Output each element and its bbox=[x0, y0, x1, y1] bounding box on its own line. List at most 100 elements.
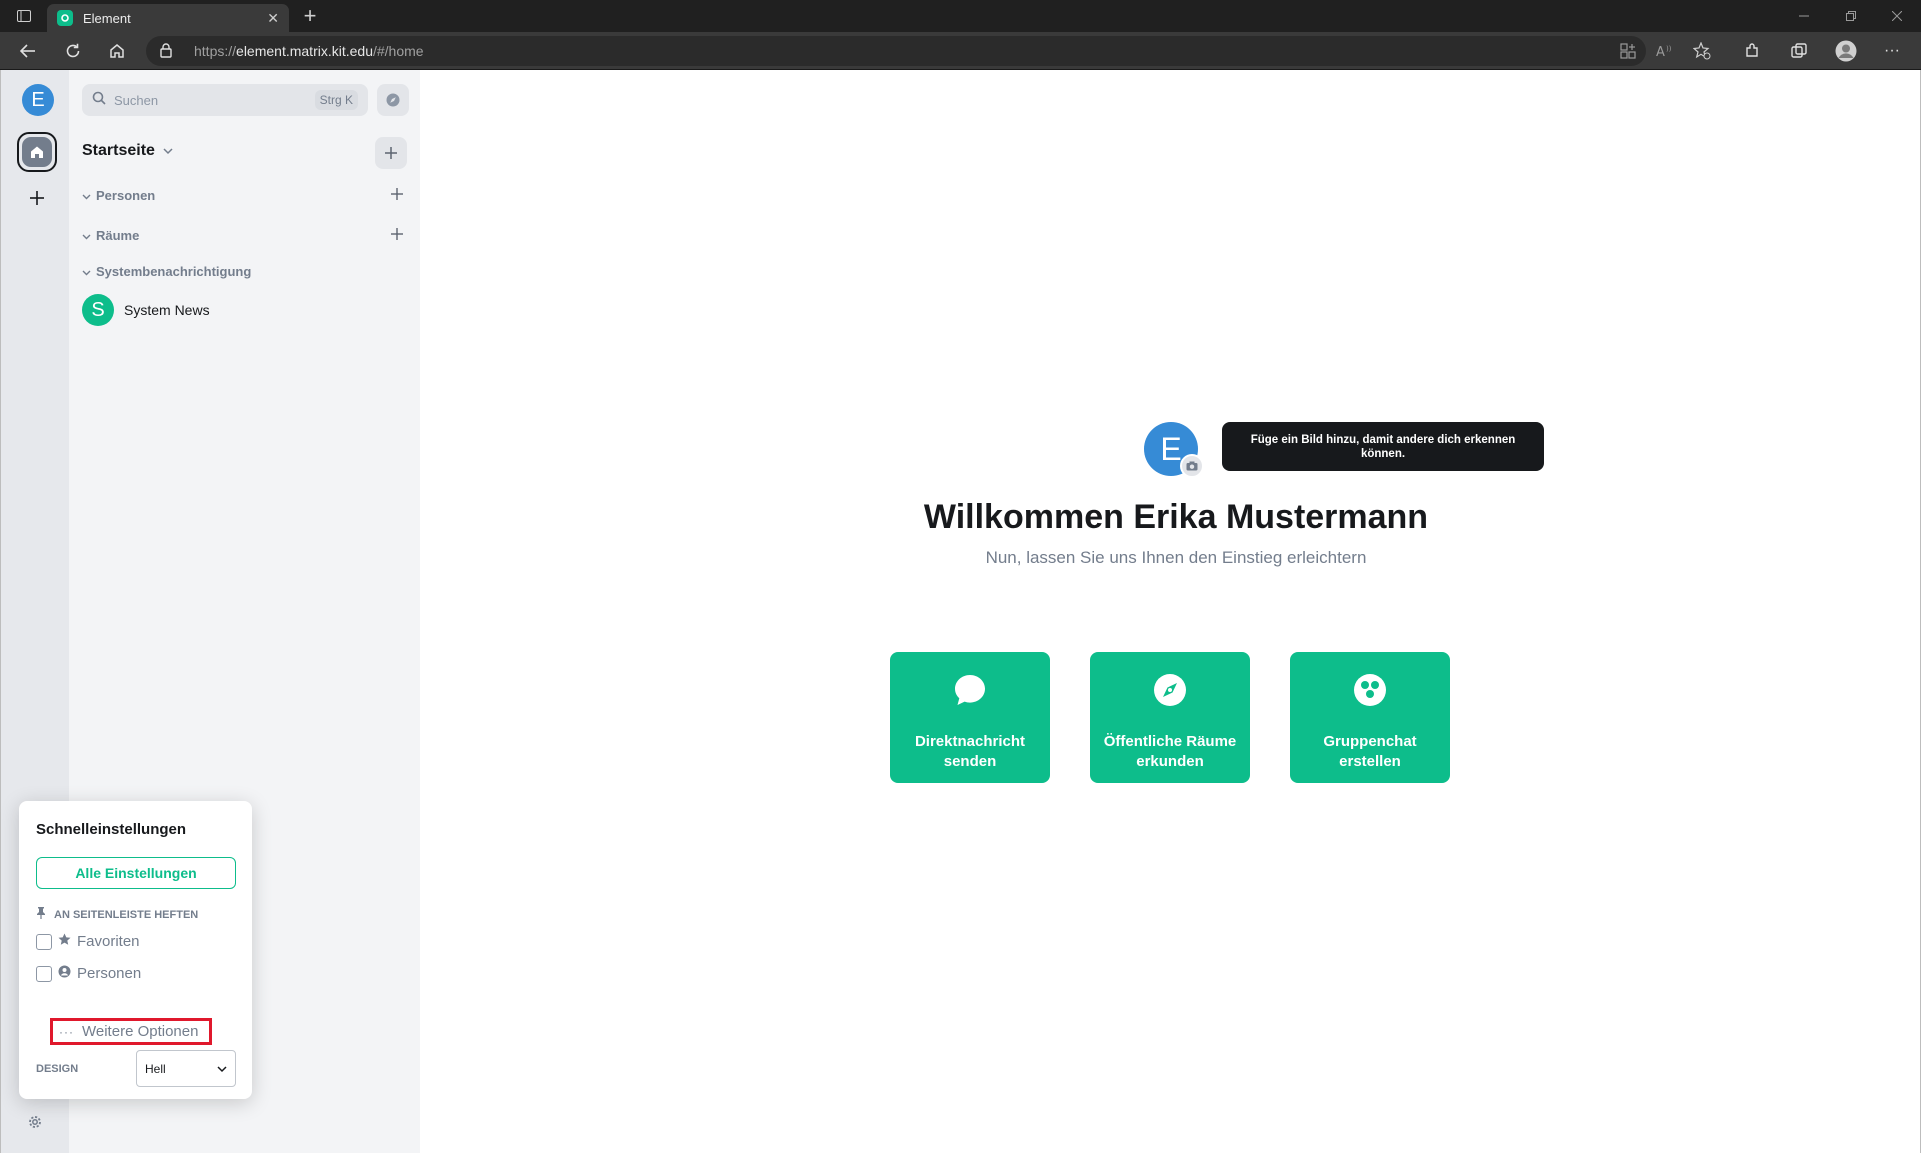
card-label: Öffentliche Räume erkunden bbox=[1090, 732, 1250, 772]
user-avatar[interactable]: E bbox=[22, 84, 54, 116]
home-title: Startseite bbox=[82, 142, 155, 159]
search-icon bbox=[92, 91, 106, 110]
favorites-checkbox[interactable] bbox=[36, 933, 52, 950]
avatar-tooltip: Füge ein Bild hinzu, damit andere dich e… bbox=[1222, 422, 1544, 471]
quick-settings-menu: Schnelleinstellungen Alle Einstellungen … bbox=[19, 801, 252, 1099]
minimize-icon[interactable] bbox=[1790, 0, 1818, 32]
read-aloud-icon[interactable]: A)) bbox=[1653, 39, 1677, 63]
pin-people-option[interactable]: Personen bbox=[36, 965, 141, 982]
card-label: Direktnachricht senden bbox=[890, 732, 1050, 772]
url-prefix: https:// bbox=[194, 43, 237, 59]
chevron-down-icon bbox=[217, 1062, 227, 1076]
explore-public-rooms-button[interactable]: Öffentliche Räume erkunden bbox=[1090, 652, 1250, 783]
restore-icon[interactable] bbox=[1837, 0, 1865, 32]
pin-to-sidebar-heading: AN SEITENLEISTE HEFTEN bbox=[36, 907, 198, 922]
back-icon[interactable] bbox=[16, 39, 40, 63]
more-menu-icon[interactable]: ··· bbox=[1880, 39, 1904, 63]
design-select[interactable]: Hell bbox=[136, 1050, 236, 1087]
chat-bubble-icon bbox=[952, 672, 988, 708]
url-text: https://element.matrix.kit.edu/#/home bbox=[194, 43, 424, 59]
chevron-down-icon bbox=[82, 188, 91, 203]
home-space-button[interactable] bbox=[17, 132, 57, 172]
compass-icon bbox=[386, 93, 400, 107]
extensions-icon[interactable] bbox=[1740, 39, 1764, 63]
address-bar[interactable]: https://element.matrix.kit.edu/#/home bbox=[146, 36, 1646, 66]
collections-icon[interactable] bbox=[1787, 39, 1811, 63]
person-icon bbox=[58, 965, 71, 982]
more-options-label: Weitere Optionen bbox=[82, 1023, 199, 1040]
create-space-button[interactable] bbox=[25, 186, 49, 210]
quick-settings-title: Schnelleinstellungen bbox=[36, 821, 187, 838]
section-notifications-label: Systembenachrichtigung bbox=[96, 264, 252, 279]
explore-rooms-button[interactable] bbox=[377, 84, 409, 116]
room-avatar: S bbox=[82, 294, 114, 326]
url-path: /#/home bbox=[372, 43, 424, 59]
lock-icon[interactable] bbox=[160, 43, 172, 63]
browser-toolbar: https://element.matrix.kit.edu/#/home A)… bbox=[0, 32, 1921, 70]
element-logo-icon bbox=[57, 10, 73, 26]
page-subtitle: Nun, lassen Sie uns Ihnen den Einstieg e… bbox=[420, 548, 1920, 568]
create-group-chat-button[interactable]: Gruppenchat erstellen bbox=[1290, 652, 1450, 783]
section-people-label: Personen bbox=[96, 188, 156, 203]
favorites-label: Favoriten bbox=[77, 933, 140, 950]
svg-text:)): )) bbox=[1666, 45, 1672, 53]
welcome-title: Willkommen Erika Mustermann bbox=[923, 498, 1429, 536]
card-label-line2: senden bbox=[943, 753, 997, 770]
new-tab-button[interactable]: + bbox=[296, 3, 324, 28]
favorites-add-icon[interactable] bbox=[1690, 39, 1714, 63]
home-page: E Füge ein Bild hinzu, damit andere dich… bbox=[420, 70, 1920, 1153]
card-label: Gruppenchat erstellen bbox=[1290, 732, 1450, 772]
chevron-down-icon bbox=[82, 264, 91, 279]
pin-favorites-option[interactable]: Favoriten bbox=[36, 933, 140, 950]
svg-text:A: A bbox=[1656, 45, 1665, 58]
search-input[interactable]: Suchen Strg K bbox=[82, 84, 368, 116]
chevron-down-icon bbox=[163, 142, 173, 160]
section-rooms[interactable]: Räume bbox=[82, 228, 139, 243]
more-options-icon: ··· bbox=[59, 1024, 74, 1039]
app-available-icon[interactable] bbox=[1616, 39, 1640, 63]
compass-icon bbox=[1152, 672, 1188, 708]
profile-icon[interactable] bbox=[1834, 39, 1858, 63]
people-checkbox[interactable] bbox=[36, 965, 52, 982]
pin-icon bbox=[36, 907, 46, 922]
card-label-line1: Gruppenchat bbox=[1323, 733, 1417, 750]
chevron-down-icon bbox=[82, 228, 91, 243]
add-room-icon[interactable] bbox=[391, 224, 403, 245]
card-label-line2: erstellen bbox=[1339, 753, 1401, 770]
add-room-button[interactable] bbox=[375, 137, 407, 169]
send-dm-button[interactable]: Direktnachricht senden bbox=[890, 652, 1050, 783]
group-icon bbox=[1352, 672, 1388, 708]
tab-title: Element bbox=[83, 10, 131, 26]
camera-icon[interactable] bbox=[1180, 454, 1204, 478]
section-notifications[interactable]: Systembenachrichtigung bbox=[82, 264, 251, 279]
add-person-icon[interactable] bbox=[391, 184, 403, 205]
window-close-icon[interactable] bbox=[1883, 0, 1911, 32]
design-value: Hell bbox=[145, 1061, 166, 1076]
home-header[interactable]: Startseite bbox=[82, 142, 173, 160]
section-rooms-label: Räume bbox=[96, 228, 140, 243]
tab-actions-icon[interactable] bbox=[12, 0, 36, 32]
url-host: element.matrix.kit.edu bbox=[236, 43, 373, 59]
card-label-line1: Öffentliche Räume bbox=[1103, 733, 1237, 750]
search-placeholder: Suchen bbox=[114, 92, 159, 108]
browser-tab-bar: Element ✕ + bbox=[0, 0, 1921, 32]
tab-close-icon[interactable]: ✕ bbox=[267, 10, 279, 27]
page-title: Willkommen Erika Mustermann bbox=[420, 498, 1920, 537]
list-item[interactable]: S System News bbox=[82, 294, 210, 326]
reload-icon[interactable] bbox=[61, 39, 85, 63]
section-people[interactable]: Personen bbox=[82, 188, 155, 203]
quick-settings-gear-icon[interactable] bbox=[27, 1114, 45, 1132]
browser-tab-element[interactable]: Element ✕ bbox=[47, 4, 289, 32]
people-label: Personen bbox=[77, 965, 142, 982]
design-label: DESIGN bbox=[36, 1063, 79, 1075]
room-name: System News bbox=[124, 302, 210, 318]
search-shortcut: Strg K bbox=[314, 90, 358, 110]
card-label-line1: Direktnachricht bbox=[914, 733, 1026, 750]
all-settings-button[interactable]: Alle Einstellungen bbox=[36, 857, 236, 889]
welcome-subtitle: Nun, lassen Sie uns Ihnen den Einstieg e… bbox=[985, 548, 1367, 567]
home-browser-icon[interactable] bbox=[105, 39, 129, 63]
more-options-button[interactable]: ··· Weitere Optionen bbox=[50, 1018, 212, 1045]
element-app: E Suchen Strg K Startseite Personen Räum… bbox=[0, 70, 1921, 1153]
pin-heading-label: AN SEITENLEISTE HEFTEN bbox=[54, 908, 199, 921]
star-icon bbox=[58, 933, 71, 950]
